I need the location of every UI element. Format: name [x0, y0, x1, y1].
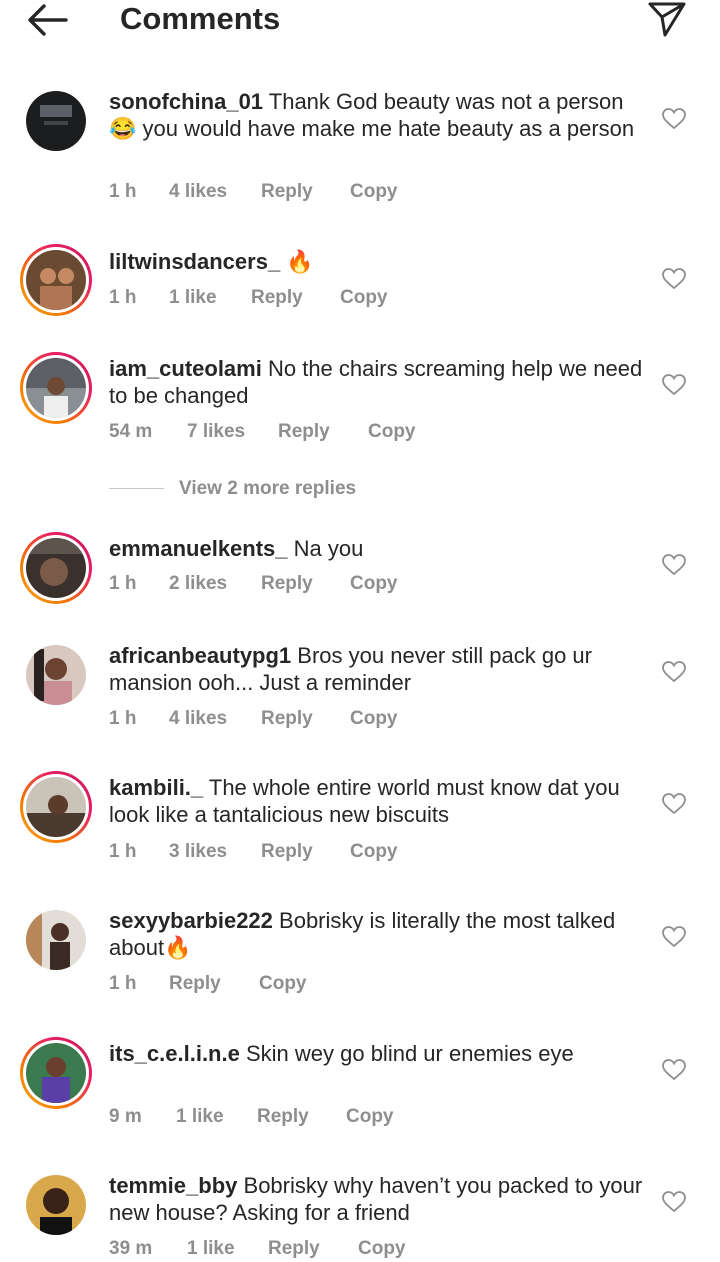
view-more-replies-button[interactable]: View 2 more replies [109, 478, 409, 502]
copy-button[interactable]: Copy [340, 287, 388, 309]
comment-time: 1 h [109, 973, 137, 994]
comment-text: sonofchina_01 Thank God beauty was not a… [109, 88, 654, 142]
comment-body: Skin wey go blind ur enemies eye [245, 1041, 574, 1066]
copy-button[interactable]: Copy [350, 181, 398, 203]
comment-text: liltwinsdancers_ 🔥 [109, 248, 654, 275]
comment-username[interactable]: sonofchina_01 [109, 89, 263, 114]
avatar[interactable] [20, 532, 92, 604]
comment-text: iam_cuteolami No the chairs screaming he… [109, 355, 654, 409]
avatar[interactable] [20, 352, 92, 424]
comment-text: its_c.e.l.i.n.e Skin wey go blind ur ene… [109, 1040, 654, 1067]
likes-count[interactable]: 3 likes [169, 841, 227, 863]
comment-time: 1 h [109, 708, 137, 729]
comment-text: temmie_bby Bobrisky why haven’t you pack… [109, 1172, 654, 1226]
view-more-label: View 2 more replies [179, 478, 357, 499]
avatar[interactable] [26, 1175, 86, 1235]
heart-icon[interactable] [662, 793, 686, 815]
heart-icon[interactable] [662, 268, 686, 290]
avatar[interactable] [26, 910, 86, 970]
comment-username[interactable]: sexyybarbie222 [109, 908, 273, 933]
comment-time: 1 h [109, 573, 137, 594]
avatar[interactable] [20, 1037, 92, 1109]
likes-count[interactable]: 4 likes [169, 708, 227, 730]
likes-count[interactable]: 1 like [187, 1238, 235, 1260]
reply-button[interactable]: Reply [261, 841, 313, 863]
comment-username[interactable]: emmanuelkents_ [109, 536, 288, 561]
comment-username[interactable]: iam_cuteolami [109, 356, 262, 381]
reply-button[interactable]: Reply [268, 1238, 320, 1260]
likes-count[interactable]: 1 like [176, 1106, 224, 1128]
comment-text: kambili._ The whole entire world must kn… [109, 774, 654, 828]
likes-count[interactable]: 1 like [169, 287, 217, 309]
copy-button[interactable]: Copy [358, 1238, 406, 1260]
heart-icon[interactable] [662, 108, 686, 130]
heart-icon[interactable] [662, 554, 686, 576]
arrow-left-icon [28, 4, 68, 36]
comment-time: 1 h [109, 841, 137, 862]
avatar[interactable] [26, 91, 86, 151]
comment-username[interactable]: temmie_bby [109, 1173, 237, 1198]
comment-username[interactable]: its_c.e.l.i.n.e [109, 1041, 240, 1066]
comment-body: Na you [293, 536, 364, 561]
heart-icon[interactable] [662, 374, 686, 396]
copy-button[interactable]: Copy [350, 573, 398, 595]
likes-count[interactable]: 7 likes [187, 421, 245, 443]
heart-icon[interactable] [662, 661, 686, 683]
likes-count[interactable]: 2 likes [169, 573, 227, 595]
reply-button[interactable]: Reply [261, 573, 313, 595]
reply-button[interactable]: Reply [261, 181, 313, 203]
comment-username[interactable]: africanbeautypg1 [109, 643, 291, 668]
comment-time: 1 h [109, 287, 137, 308]
reply-button[interactable]: Reply [251, 287, 303, 309]
top-bar: Comments [0, 0, 720, 40]
comment-text: emmanuelkents_ Na you [109, 535, 654, 562]
paper-plane-icon [648, 2, 686, 37]
comment-username[interactable]: liltwinsdancers_ [109, 249, 280, 274]
divider [109, 488, 164, 489]
comment-time: 54 m [109, 421, 153, 442]
share-button[interactable] [648, 1, 686, 37]
comment-time: 39 m [109, 1238, 153, 1259]
back-button[interactable] [26, 3, 68, 37]
reply-button[interactable]: Reply [278, 421, 330, 443]
comment-time: 1 h [109, 181, 137, 202]
avatar[interactable] [26, 645, 86, 705]
copy-button[interactable]: Copy [346, 1106, 394, 1128]
copy-button[interactable]: Copy [368, 421, 416, 443]
copy-button[interactable]: Copy [259, 973, 307, 995]
comment-text: africanbeautypg1 Bros you never still pa… [109, 642, 654, 696]
heart-icon[interactable] [662, 1059, 686, 1081]
heart-icon[interactable] [662, 1191, 686, 1213]
copy-button[interactable]: Copy [350, 708, 398, 730]
comment-body: 🔥 [286, 249, 314, 274]
comment-username[interactable]: kambili._ [109, 775, 203, 800]
avatar[interactable] [20, 771, 92, 843]
comment-text: sexyybarbie222 Bobrisky is literally the… [109, 907, 654, 961]
avatar[interactable] [20, 244, 92, 316]
likes-count[interactable]: 4 likes [169, 181, 227, 203]
copy-button[interactable]: Copy [350, 841, 398, 863]
reply-button[interactable]: Reply [257, 1106, 309, 1128]
comment-time: 9 m [109, 1106, 142, 1127]
reply-button[interactable]: Reply [261, 708, 313, 730]
heart-icon[interactable] [662, 926, 686, 948]
page-title: Comments [120, 1, 281, 36]
reply-button[interactable]: Reply [169, 973, 221, 995]
